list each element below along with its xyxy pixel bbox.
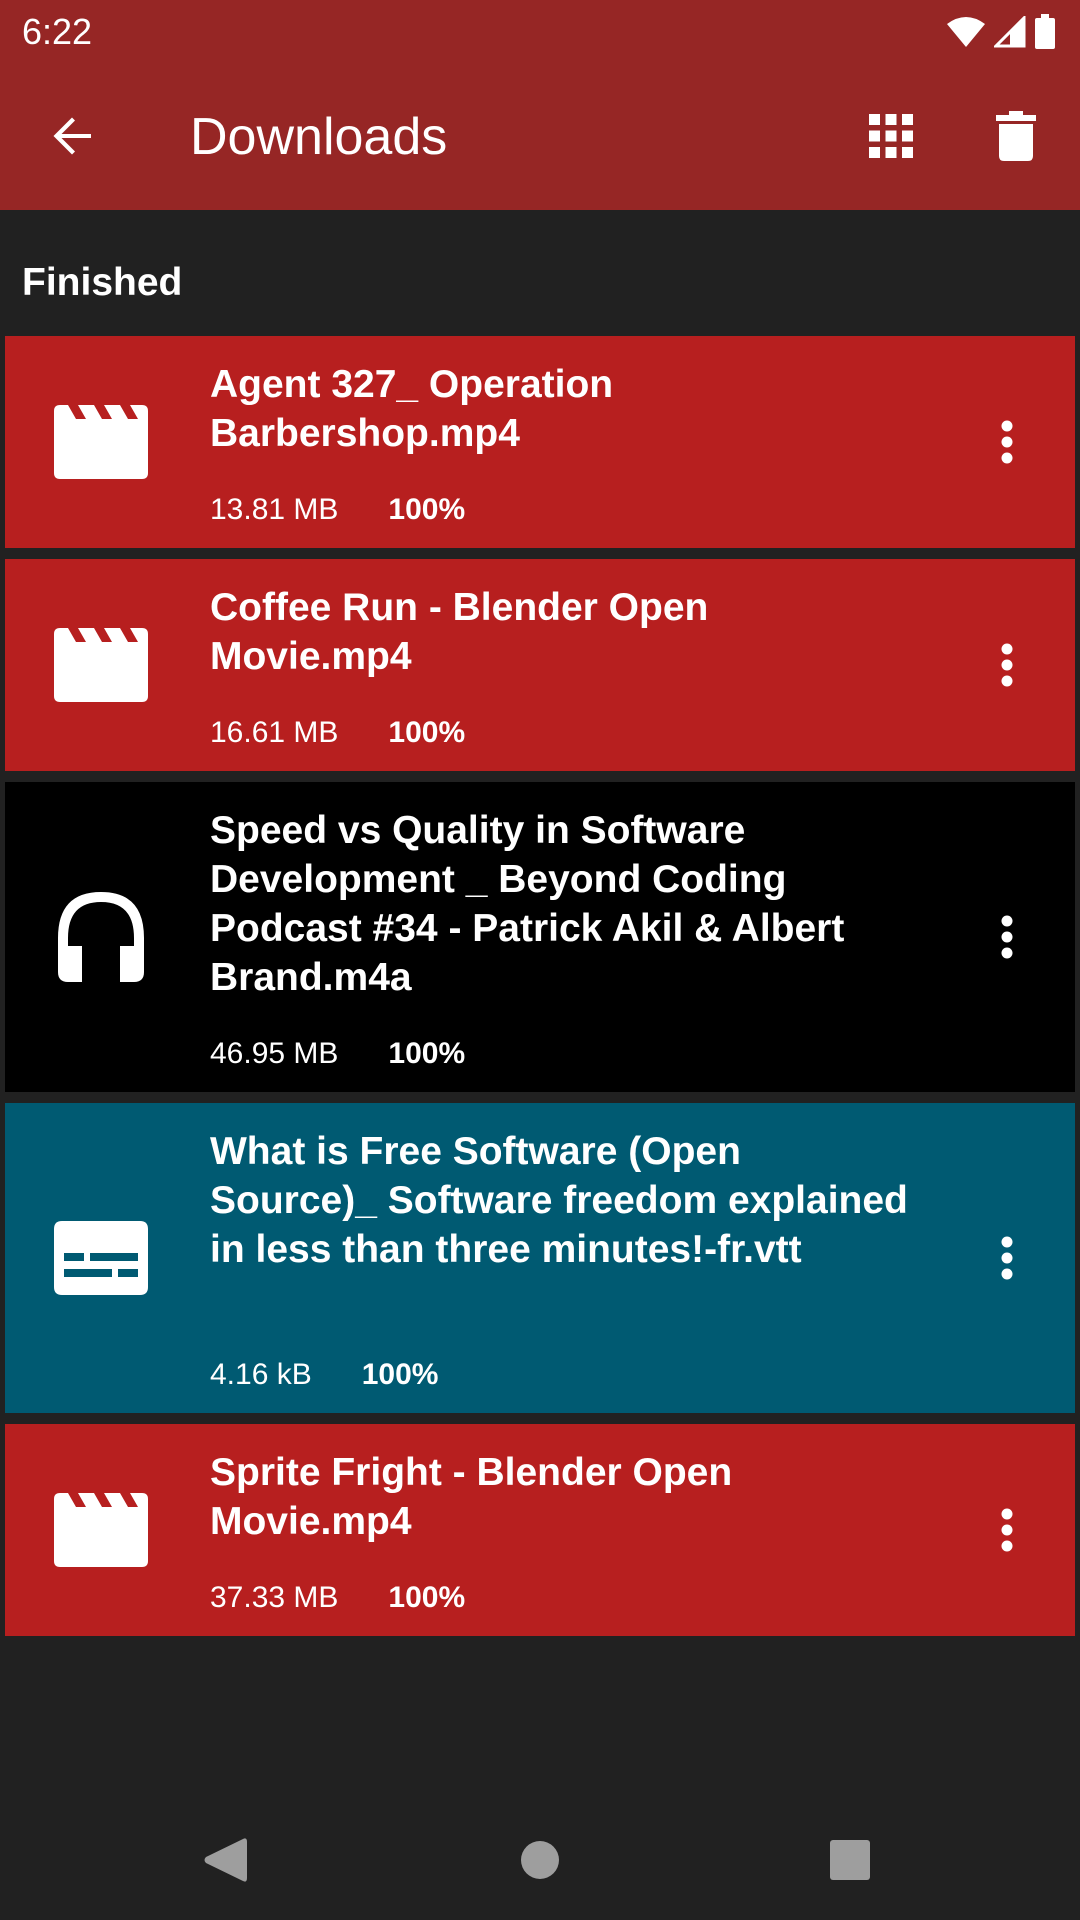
download-progress: 100% (388, 1581, 466, 1614)
grid-view-icon (869, 114, 913, 158)
downloads-list: Agent 327_ Operation Barbershop.mp4 13.8… (5, 336, 1075, 1647)
file-size: 4.16 kB (210, 1358, 312, 1391)
recents-square-icon (830, 1840, 870, 1880)
download-meta: 4.16 kB 100% (210, 1355, 438, 1395)
download-item-content: What is Free Software (Open Source)_ Sof… (210, 1127, 910, 1274)
download-meta: 37.33 MB 100% (210, 1578, 465, 1618)
download-item-content: Speed vs Quality in Software Development… (210, 806, 910, 1002)
more-vertical-icon (1001, 643, 1013, 687)
status-bar: 6:22 (0, 0, 1080, 63)
download-item-content: Agent 327_ Operation Barbershop.mp4 (210, 360, 910, 458)
video-clapperboard-icon (51, 615, 151, 715)
more-vertical-icon (1001, 420, 1013, 464)
nav-back-button[interactable] (180, 1820, 270, 1900)
status-icons (946, 12, 1056, 52)
file-size: 16.61 MB (210, 716, 339, 749)
back-arrow-icon (53, 117, 91, 155)
headphones-icon (51, 887, 151, 987)
download-item-content: Sprite Fright - Blender Open Movie.mp4 (210, 1448, 910, 1546)
section-title: Finished (22, 261, 183, 304)
download-progress: 100% (388, 716, 466, 749)
file-name: Agent 327_ Operation Barbershop.mp4 (210, 363, 614, 455)
wifi-icon (946, 16, 986, 48)
download-item[interactable]: Sprite Fright - Blender Open Movie.mp4 3… (5, 1424, 1075, 1636)
file-name: Sprite Fright - Blender Open Movie.mp4 (210, 1451, 733, 1543)
delete-icon (996, 111, 1036, 161)
page-title: Downloads (190, 108, 448, 166)
download-item[interactable]: Agent 327_ Operation Barbershop.mp4 13.8… (5, 336, 1075, 548)
subtitles-icon (51, 1208, 151, 1308)
download-item[interactable]: What is Free Software (Open Source)_ Sof… (5, 1103, 1075, 1413)
file-name: Speed vs Quality in Software Development… (210, 809, 845, 999)
more-vertical-icon (1001, 1236, 1013, 1280)
more-vertical-icon (1001, 1508, 1013, 1552)
item-menu-button[interactable] (979, 402, 1035, 482)
file-name: Coffee Run - Blender Open Movie.mp4 (210, 586, 709, 678)
file-name: What is Free Software (Open Source)_ Sof… (210, 1130, 908, 1271)
grid-view-button[interactable] (848, 93, 934, 179)
download-item[interactable]: Coffee Run - Blender Open Movie.mp4 16.6… (5, 559, 1075, 771)
system-nav-bar (0, 1800, 1080, 1920)
more-vertical-icon (1001, 915, 1013, 959)
download-meta: 13.81 MB 100% (210, 490, 465, 530)
download-progress: 100% (361, 1358, 439, 1391)
item-menu-button[interactable] (979, 1218, 1035, 1298)
app-bar: Downloads (0, 63, 1080, 210)
download-progress: 100% (388, 493, 466, 526)
status-time: 6:22 (22, 11, 93, 52)
download-item-content: Coffee Run - Blender Open Movie.mp4 (210, 583, 910, 681)
nav-home-button[interactable] (495, 1820, 585, 1900)
nav-recents-button[interactable] (805, 1820, 895, 1900)
download-progress: 100% (388, 1037, 466, 1070)
item-menu-button[interactable] (979, 625, 1035, 705)
delete-button[interactable] (973, 93, 1059, 179)
item-menu-button[interactable] (979, 1490, 1035, 1570)
home-circle-icon (521, 1841, 559, 1879)
download-meta: 16.61 MB 100% (210, 713, 465, 753)
file-size: 13.81 MB (210, 493, 339, 526)
file-size: 46.95 MB (210, 1037, 339, 1070)
signal-icon (994, 16, 1026, 48)
back-button[interactable] (30, 93, 116, 179)
download-meta: 46.95 MB 100% (210, 1034, 465, 1074)
video-clapperboard-icon (51, 392, 151, 492)
battery-icon (1034, 14, 1056, 50)
item-menu-button[interactable] (979, 897, 1035, 977)
file-size: 37.33 MB (210, 1581, 339, 1614)
back-triangle-icon (204, 1838, 247, 1882)
download-item[interactable]: Speed vs Quality in Software Development… (5, 782, 1075, 1092)
video-clapperboard-icon (51, 1480, 151, 1580)
